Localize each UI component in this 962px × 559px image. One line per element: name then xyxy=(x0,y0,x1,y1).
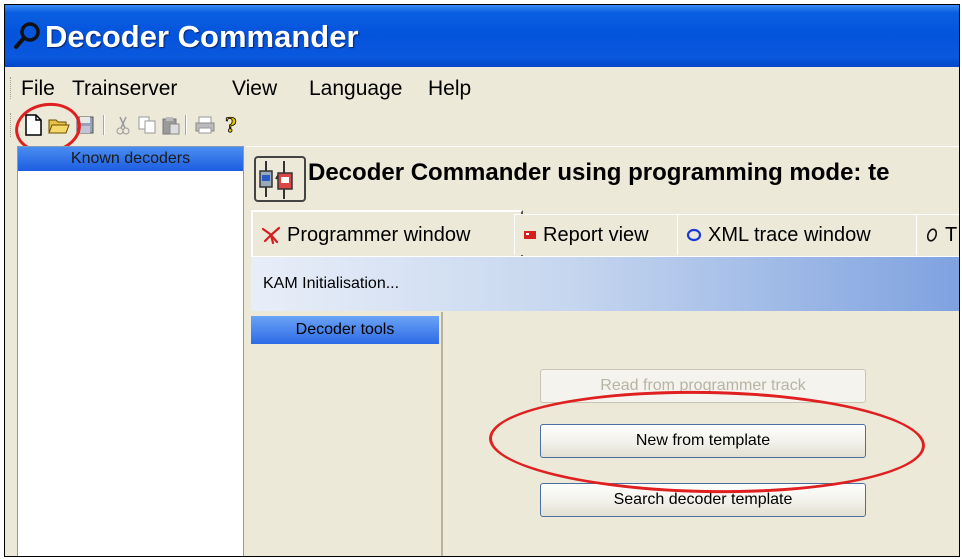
tab-label: Programmer window xyxy=(287,223,471,246)
new-icon[interactable] xyxy=(19,111,47,139)
programmer-device-icon xyxy=(254,156,306,202)
search-decoder-template-button[interactable]: Search decoder template xyxy=(540,483,866,517)
tab-report-view[interactable]: Report view xyxy=(514,214,684,255)
kam-bar: KAM Initialisation... xyxy=(251,256,959,311)
mode-header: Decoder Commander using programming mode… xyxy=(246,146,959,209)
toolbar-separator xyxy=(185,115,187,135)
tab-strip: Programmer window Report view XML trace … xyxy=(246,208,959,258)
print-icon[interactable] xyxy=(191,111,219,139)
magnifier-icon xyxy=(14,22,40,49)
open-icon[interactable] xyxy=(45,111,73,139)
save-icon[interactable] xyxy=(71,111,99,139)
title-bar: Decoder Commander xyxy=(5,5,959,67)
known-decoders-panel: Known decoders xyxy=(17,146,244,556)
help-icon[interactable]: ? xyxy=(217,111,245,139)
decoder-tools-panel: Decoder tools xyxy=(251,312,443,556)
report-icon xyxy=(524,231,536,239)
button-label: Search decoder template xyxy=(613,491,793,508)
main-content: Decoder Commander using programming mode… xyxy=(246,146,959,556)
decoder-tools-header[interactable]: Decoder tools xyxy=(251,316,439,344)
menu-file[interactable]: File xyxy=(21,77,55,101)
menu-bar: File Trainserver View Language Help xyxy=(5,67,959,107)
tab-label: XML trace window xyxy=(708,223,871,246)
tab-programmer-window[interactable]: Programmer window xyxy=(251,210,523,258)
kam-initialisation-label[interactable]: KAM Initialisation... xyxy=(263,275,399,293)
menu-help[interactable]: Help xyxy=(428,77,471,101)
menu-language[interactable]: Language xyxy=(309,77,402,101)
menu-view[interactable]: View xyxy=(232,77,277,101)
tab-label: Report view xyxy=(543,223,649,246)
xml-trace-icon xyxy=(686,228,702,242)
tab-trace[interactable]: T xyxy=(916,214,959,255)
toolbar-grip xyxy=(10,113,11,137)
tab-xml-trace-window[interactable]: XML trace window xyxy=(677,214,923,255)
trace-icon xyxy=(926,228,938,242)
tab-label: T xyxy=(945,223,958,246)
menubar-grip xyxy=(10,77,11,99)
svg-text:?: ? xyxy=(225,114,237,136)
tools-area: Decoder tools Read from programmer track… xyxy=(251,312,959,556)
paste-icon[interactable] xyxy=(157,111,185,139)
menu-trainserver[interactable]: Trainserver xyxy=(72,77,177,101)
mode-title: Decoder Commander using programming mode… xyxy=(308,159,890,186)
toolbar-separator xyxy=(103,115,105,135)
window-title: Decoder Commander xyxy=(45,19,359,54)
known-decoders-header[interactable]: Known decoders xyxy=(18,147,243,171)
app-window: Decoder Commander File Trainserver View … xyxy=(4,4,960,557)
button-label: Read from programmer track xyxy=(600,377,806,394)
read-from-programmer-track-button[interactable]: Read from programmer track xyxy=(540,369,866,403)
new-from-template-button[interactable]: New from template xyxy=(540,424,866,458)
button-label: New from template xyxy=(635,432,771,449)
toolbar: ? xyxy=(5,109,959,147)
programmer-icon xyxy=(261,226,281,244)
